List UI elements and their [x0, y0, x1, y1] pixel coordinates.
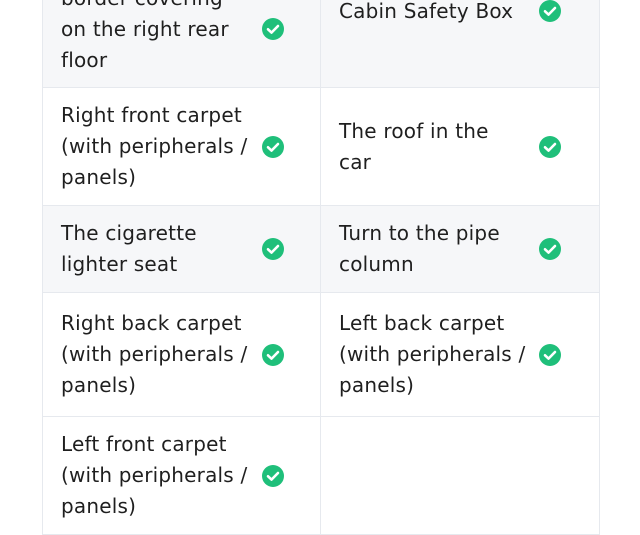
item-label: Left back carpet (with peripherals / pan… [339, 311, 526, 397]
inspection-checklist: border covering on the right rear floor … [42, 0, 600, 535]
checklist-item: Right front carpet (with peripherals / p… [43, 88, 320, 205]
checklist-item: Turn to the pipe column [320, 206, 597, 292]
item-label: Turn to the pipe column [339, 221, 500, 276]
check-circle-icon [539, 135, 561, 158]
check-circle-icon [262, 343, 284, 366]
checklist-item: Cabin Safety Box [320, 0, 597, 87]
checklist-row: Left front carpet (with peripherals / pa… [43, 417, 599, 535]
check-circle-icon [262, 135, 284, 158]
checklist-item: The roof in the car [320, 88, 597, 205]
item-label: Left front carpet (with peripherals / pa… [61, 432, 248, 518]
checklist-item: Left front carpet (with peripherals / pa… [43, 417, 320, 534]
checklist-row: Right front carpet (with peripherals / p… [43, 88, 599, 206]
checklist-item: The cigarette lighter seat [43, 206, 320, 292]
item-label: Right front carpet (with peripherals / p… [61, 103, 248, 189]
item-label: The cigarette lighter seat [61, 221, 197, 276]
check-circle-icon [262, 17, 284, 40]
item-label: The roof in the car [339, 118, 489, 174]
checklist-item: Right back carpet (with peripherals / pa… [43, 293, 320, 416]
checklist-row: The cigarette lighter seat Turn to the p… [43, 206, 599, 293]
item-label: Right back carpet (with peripherals / pa… [61, 311, 248, 397]
checklist-item: Left back carpet (with peripherals / pan… [320, 293, 597, 416]
checklist-item: border covering on the right rear floor [43, 0, 320, 87]
checklist-row: border covering on the right rear floor … [43, 0, 599, 88]
checklist-item-empty [320, 417, 597, 534]
check-circle-icon [539, 0, 561, 22]
check-circle-icon [262, 464, 284, 487]
checklist-row: Right back carpet (with peripherals / pa… [43, 293, 599, 417]
item-label: border covering on the right rear floor [61, 0, 229, 72]
check-circle-icon [539, 238, 561, 260]
check-circle-icon [539, 343, 561, 366]
check-circle-icon [262, 238, 284, 260]
item-label: Cabin Safety Box [339, 0, 514, 23]
